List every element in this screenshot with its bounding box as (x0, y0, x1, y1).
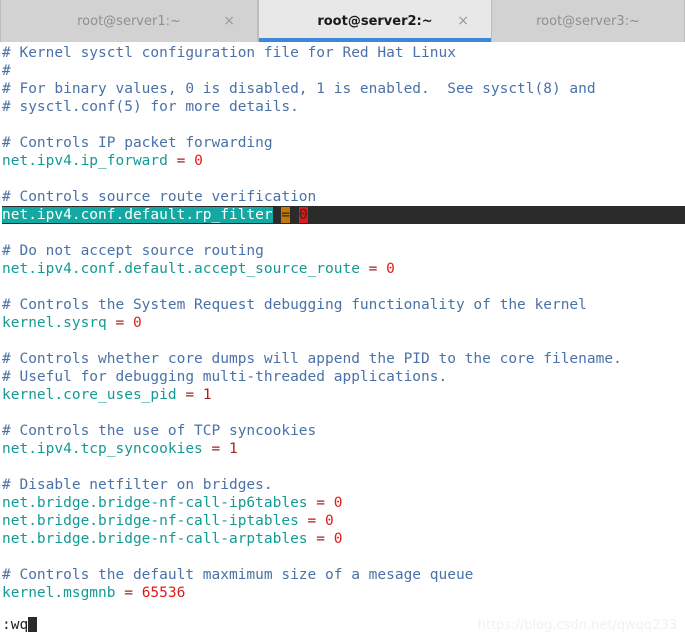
equals-sign: = (316, 495, 326, 511)
comment-text: # Controls whether core dumps will appen… (2, 351, 622, 367)
equals-sign: = (124, 585, 133, 601)
editor-line: net.bridge.bridge-nf-call-ip6tables = 0 (2, 494, 685, 512)
setting-key: net.bridge.bridge-nf-call-arptables (2, 531, 308, 547)
setting-key: kernel.msgmnb (2, 585, 116, 601)
editor-line: kernel.core_uses_pid = 1 (2, 386, 685, 404)
editor-line: # Controls the System Request debugging … (2, 296, 685, 314)
editor-line: # For binary values, 0 is disabled, 1 is… (2, 80, 685, 98)
setting-key: net.ipv4.ip_forward (2, 153, 168, 169)
comment-text: # Controls the System Request debugging … (2, 297, 587, 313)
comment-text: # Controls the default maxmimum size of … (2, 567, 474, 583)
editor-line-selected: net.ipv4.conf.default.rp_filter = 0 (2, 206, 685, 224)
comment-text: # (2, 63, 11, 79)
tab-root-server3[interactable]: root@server3:~ (492, 0, 685, 42)
editor-line: # Controls source route verification (2, 188, 685, 206)
comment-text: # For binary values, 0 is disabled, 1 is… (2, 81, 596, 97)
comment-text: # Do not accept source routing (2, 243, 264, 259)
comment-text: # Controls IP packet forwarding (2, 135, 273, 151)
editor-line: net.ipv4.ip_forward = 0 (2, 152, 685, 170)
comment-text: # Kernel sysctl configuration file for R… (2, 45, 456, 61)
close-icon[interactable]: × (457, 14, 469, 28)
comment-text: # Controls the use of TCP syncookies (2, 423, 317, 439)
equals-sign: = (115, 315, 125, 331)
vim-command-text: :wq (2, 617, 29, 633)
setting-value: 1 (229, 441, 238, 457)
terminal-tab-bar: root@server1:~ × root@server2:~ × root@s… (0, 0, 685, 42)
editor-line: kernel.sysrq = 0 (2, 314, 685, 332)
editor-line: # (2, 62, 685, 80)
setting-value: 0 (194, 153, 203, 169)
setting-key: kernel.core_uses_pid (2, 387, 177, 403)
tab-root-server2[interactable]: root@server2:~ × (258, 0, 492, 42)
setting-value: 65536 (141, 585, 186, 601)
setting-value: 0 (333, 495, 343, 511)
editor-line: # sysctl.conf(5) for more details. (2, 98, 685, 116)
selection-gap (290, 207, 299, 223)
editor-line: # Controls IP packet forwarding (2, 134, 685, 152)
editor-line: # Do not accept source routing (2, 242, 685, 260)
editor-line: net.ipv4.tcp_syncookies = 1 (2, 440, 685, 458)
setting-key: net.bridge.bridge-nf-call-ip6tables (2, 495, 308, 511)
tab-label: root@server1:~ (77, 13, 181, 29)
setting-value: 0 (325, 513, 334, 529)
comment-text: # Controls source route verification (2, 189, 317, 205)
vim-text-area[interactable]: # Kernel sysctl configuration file for R… (0, 42, 685, 636)
editor-line: net.ipv4.conf.default.accept_source_rout… (2, 260, 685, 278)
setting-key: net.bridge.bridge-nf-call-iptables (2, 513, 299, 529)
editor-line: net.bridge.bridge-nf-call-iptables = 0 (2, 512, 685, 530)
terminal-window[interactable]: # Kernel sysctl configuration file for R… (0, 42, 685, 636)
tab-label: root@server3:~ (536, 13, 640, 29)
block-cursor-icon (28, 617, 38, 632)
editor-line: net.bridge.bridge-nf-call-arptables = 0 (2, 530, 685, 548)
editor-line: # Kernel sysctl configuration file for R… (2, 44, 685, 62)
comment-text: # Useful for debugging multi-threaded ap… (2, 369, 448, 385)
setting-key: net.ipv4.tcp_syncookies (2, 441, 203, 457)
editor-line: # Controls the use of TCP syncookies (2, 422, 685, 440)
editor-line: # Controls whether core dumps will appen… (2, 350, 685, 368)
setting-value: 1 (202, 387, 212, 403)
setting-key: net.ipv4.conf.default.accept_source_rout… (2, 261, 360, 277)
selected-setting-key: net.ipv4.conf.default.rp_filter (2, 207, 273, 223)
setting-value: 0 (386, 261, 395, 277)
equals-sign: = (176, 153, 186, 169)
setting-key: kernel.sysrq (2, 315, 107, 331)
comment-text: # sysctl.conf(5) for more details. (2, 99, 299, 115)
equals-sign: = (211, 441, 221, 457)
equals-sign: = (368, 261, 378, 277)
watermark-text: https://blog.csdn.net/qwqq233 (477, 618, 677, 633)
equals-sign: = (185, 387, 195, 403)
selected-equals-sign: = (281, 207, 291, 223)
editor-line: # Useful for debugging multi-threaded ap… (2, 368, 685, 386)
tab-root-server1[interactable]: root@server1:~ × (0, 0, 258, 42)
setting-value: 0 (333, 531, 343, 547)
equals-sign: = (316, 531, 326, 547)
comment-text: # Disable netfilter on bridges. (2, 477, 273, 493)
equals-sign: = (307, 513, 317, 529)
selected-setting-value: 0 (298, 207, 308, 223)
editor-line: kernel.msgmnb = 65536 (2, 584, 685, 602)
close-icon[interactable]: × (223, 14, 235, 28)
editor-line: # Disable netfilter on bridges. (2, 476, 685, 494)
setting-value: 0 (132, 315, 142, 331)
tab-label: root@server2:~ (317, 13, 433, 29)
editor-line: # Controls the default maxmimum size of … (2, 566, 685, 584)
